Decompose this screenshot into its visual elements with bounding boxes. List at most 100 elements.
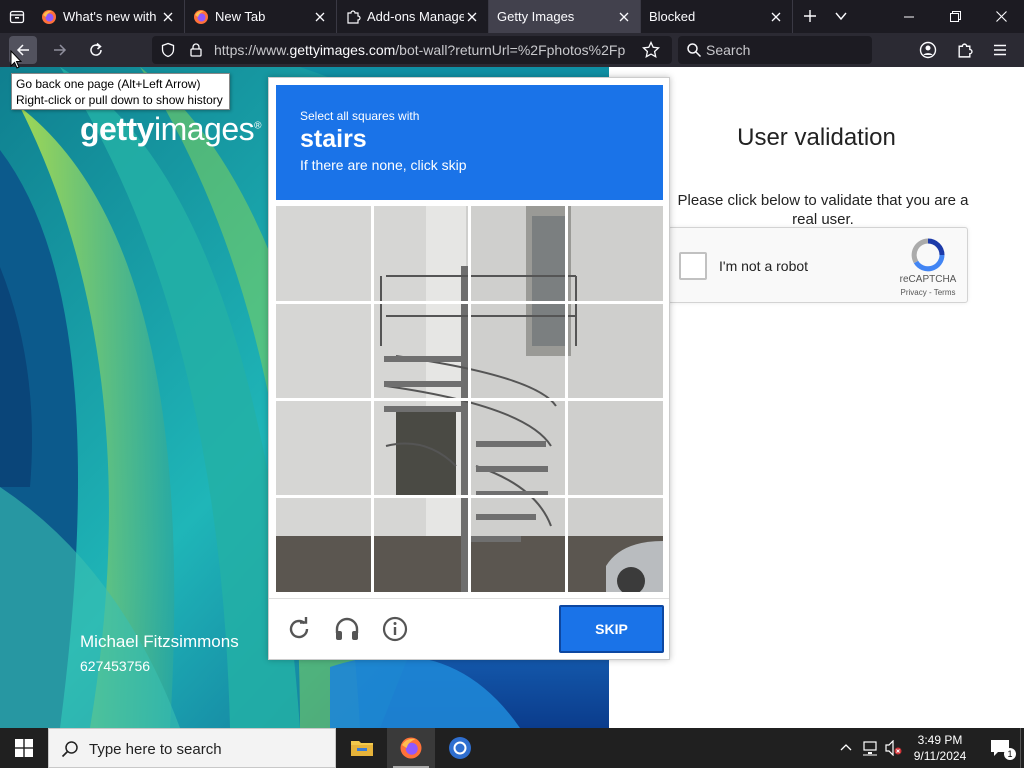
forward-button[interactable] xyxy=(46,36,74,64)
close-tab-icon[interactable] xyxy=(768,9,784,25)
captcha-instruction-header: Select all squares with stairs If there … xyxy=(276,85,663,200)
tab-new-tab[interactable]: New Tab xyxy=(185,0,337,33)
app-menu-button[interactable] xyxy=(986,36,1014,64)
logo-text-images: images xyxy=(153,111,255,147)
tab-blocked[interactable]: Blocked xyxy=(641,0,793,33)
tab-list-button[interactable] xyxy=(4,4,30,30)
not-a-robot-checkbox[interactable] xyxy=(679,252,707,280)
url-text[interactable]: https://www.gettyimages.com/bot-wall?ret… xyxy=(214,42,630,58)
close-tab-icon[interactable] xyxy=(616,9,632,25)
network-icon[interactable] xyxy=(862,740,880,756)
taskbar-clock[interactable]: 3:49 PM 9/11/2024 xyxy=(904,732,976,764)
close-tab-icon[interactable] xyxy=(464,9,480,25)
tab-whats-new[interactable]: What's new with F xyxy=(33,0,185,33)
close-tab-icon[interactable] xyxy=(160,9,176,25)
tab-getty-images[interactable]: Getty Images xyxy=(489,0,641,33)
list-all-tabs-button[interactable] xyxy=(829,4,853,28)
not-a-robot-label: I'm not a robot xyxy=(719,258,809,274)
captcha-tile-r4c2[interactable] xyxy=(373,497,468,592)
captcha-tile-r3c3[interactable] xyxy=(470,400,565,495)
minimize-icon xyxy=(904,16,914,17)
chevron-down-icon xyxy=(835,12,847,21)
photo-credit-name: Michael Fitzsimmons xyxy=(80,632,239,651)
bookmark-star-icon[interactable] xyxy=(642,41,660,59)
tab-label: Blocked xyxy=(649,9,696,24)
recaptcha-brand-text: reCAPTCHA xyxy=(899,274,957,285)
captcha-tile-r2c3[interactable] xyxy=(470,303,565,398)
captcha-challenge-dialog: Select all squares with stairs If there … xyxy=(268,77,670,660)
taskbar-search-box[interactable]: Type here to search xyxy=(48,728,336,768)
captcha-tile-r1c4[interactable] xyxy=(567,206,662,301)
close-window-button[interactable] xyxy=(978,0,1024,33)
volume-muted-icon[interactable] xyxy=(885,740,903,756)
headphones-icon xyxy=(335,617,359,640)
captcha-tile-r4c3[interactable] xyxy=(470,497,565,592)
taskbar-firefox[interactable] xyxy=(387,728,435,768)
captcha-footer-divider xyxy=(269,598,669,599)
search-bar[interactable]: Search xyxy=(678,36,872,64)
new-tab-button[interactable] xyxy=(798,4,822,28)
puzzle-icon xyxy=(347,9,361,24)
tab-addons-manager[interactable]: Add-ons Manager xyxy=(337,0,489,33)
page-content: gettyimages® Michael Fitzsimmons 6274537… xyxy=(0,67,1024,728)
clock-time: 3:49 PM xyxy=(917,733,963,747)
captcha-image-grid xyxy=(276,206,663,592)
tab-label: New Tab xyxy=(215,9,266,24)
account-icon xyxy=(919,41,937,59)
logo-text-getty: getty xyxy=(80,111,154,147)
captcha-tile-r4c1[interactable] xyxy=(276,497,371,592)
notification-count-badge: 1 xyxy=(1004,748,1016,760)
notifications-button[interactable]: 1 xyxy=(980,728,1020,768)
reload-challenge-button[interactable] xyxy=(285,615,313,643)
tracking-protection-shield-icon[interactable] xyxy=(160,42,176,58)
extensions-button[interactable] xyxy=(950,36,978,64)
firefox-icon xyxy=(400,737,422,759)
registered-mark: ® xyxy=(254,120,261,132)
audio-challenge-button[interactable] xyxy=(333,615,361,643)
captcha-tile-r1c2[interactable] xyxy=(373,206,468,301)
captcha-tile-r1c3[interactable] xyxy=(470,206,565,301)
captcha-tile-r2c1[interactable] xyxy=(276,303,371,398)
tab-strip: What's new with F New Tab Add-ons Manage… xyxy=(0,0,1024,33)
info-button[interactable] xyxy=(381,615,409,643)
show-desktop-button[interactable] xyxy=(1020,728,1024,768)
captcha-tile-r1c1[interactable] xyxy=(276,206,371,301)
validation-message: Please click below to validate that you … xyxy=(677,192,969,228)
search-placeholder: Search xyxy=(706,42,751,58)
restore-button[interactable] xyxy=(932,0,978,33)
captcha-tile-r2c4[interactable] xyxy=(567,303,662,398)
url-path: /bot-wall?returnUrl=%2Fphotos%2Fp xyxy=(395,42,626,58)
browser-icon xyxy=(449,737,471,759)
windows-logo-icon xyxy=(15,739,33,757)
captcha-tile-r3c4[interactable] xyxy=(567,400,662,495)
navigation-toolbar: https://www.gettyimages.com/bot-wall?ret… xyxy=(0,33,1024,67)
search-icon xyxy=(687,43,702,58)
captcha-tile-r4c4[interactable] xyxy=(567,497,662,592)
getty-images-logo: gettyimages® xyxy=(80,111,261,148)
url-domain: gettyimages.com xyxy=(289,42,396,58)
hamburger-menu-icon xyxy=(994,44,1006,56)
account-button[interactable] xyxy=(914,36,942,64)
show-hidden-icons-chevron-icon[interactable] xyxy=(840,742,852,754)
windows-taskbar: Type here to search 3:49 PM 9/11/2024 1 xyxy=(0,728,1024,768)
recaptcha-logo-icon xyxy=(911,238,945,272)
lock-icon[interactable] xyxy=(188,42,204,58)
minimize-button[interactable] xyxy=(886,0,932,33)
reload-button[interactable] xyxy=(82,36,110,64)
taskbar-chromium[interactable] xyxy=(436,728,484,768)
captcha-tile-r2c2[interactable] xyxy=(373,303,468,398)
start-button[interactable] xyxy=(0,728,48,768)
tooltip-line: Right-click or pull down to show history xyxy=(16,93,223,107)
url-bar[interactable]: https://www.gettyimages.com/bot-wall?ret… xyxy=(152,36,672,64)
captcha-tile-r3c1[interactable] xyxy=(276,400,371,495)
mouse-cursor-icon xyxy=(10,50,22,69)
plus-icon xyxy=(804,10,816,22)
recaptcha-privacy-terms-links[interactable]: Privacy - Terms xyxy=(895,288,961,297)
captcha-tile-r3c2[interactable] xyxy=(373,400,468,495)
tab-list-icon xyxy=(9,10,25,24)
taskbar-file-explorer[interactable] xyxy=(338,728,386,768)
search-icon xyxy=(61,741,78,758)
skip-button[interactable]: SKIP xyxy=(559,605,664,653)
close-tab-icon[interactable] xyxy=(312,9,328,25)
page-title: User validation xyxy=(737,124,896,151)
